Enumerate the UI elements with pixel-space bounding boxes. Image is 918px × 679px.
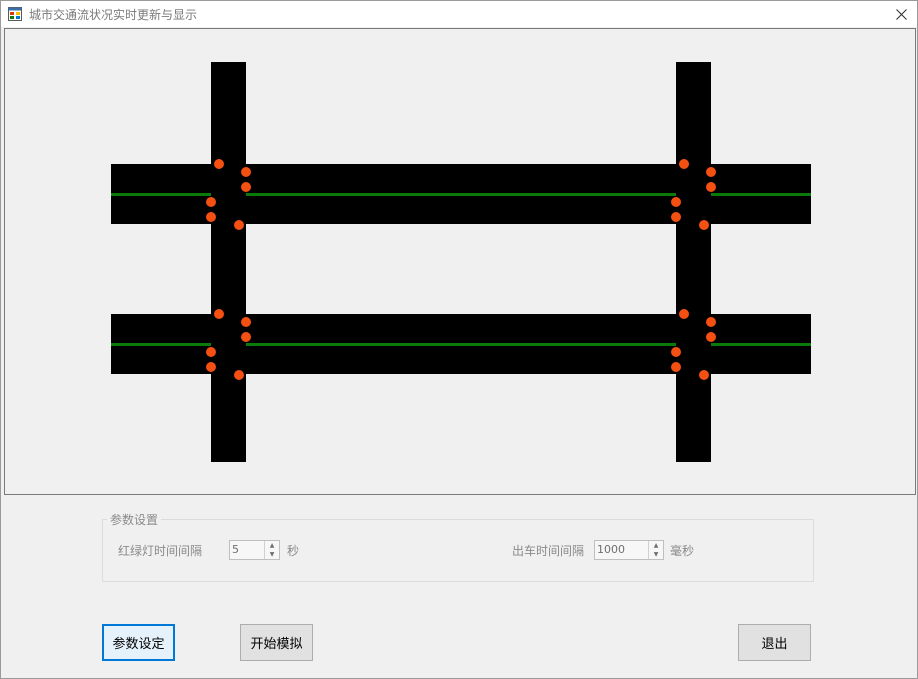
close-button[interactable]: [885, 1, 917, 27]
light-interval-label: 红绿灯时间间隔: [118, 544, 203, 558]
settings-groupbox: 参数设置 红绿灯时间间隔 ▲ ▼ 秒 出车时间间隔 ▲ ▼ 毫秒: [102, 511, 814, 582]
traffic-light: [706, 332, 716, 342]
exit-button[interactable]: 退出: [738, 624, 811, 661]
main-window: 城市交通流状况实时更新与显示 参数设置 红绿灯时间间隔 5 ▲ ▼ 秒 出车时间…: [0, 0, 918, 679]
stepper-down-icon[interactable]: ▼: [649, 550, 663, 559]
lane-marking: [711, 343, 811, 346]
traffic-light: [671, 212, 681, 222]
road-vertical-right: [676, 62, 711, 462]
traffic-light: [206, 212, 216, 222]
traffic-light: [214, 159, 224, 169]
lane-marking: [111, 343, 211, 346]
traffic-light: [206, 362, 216, 372]
departure-interval-input[interactable]: [595, 541, 649, 557]
settings-group-title: 参数设置: [107, 511, 162, 528]
traffic-light: [206, 197, 216, 207]
traffic-light: [671, 347, 681, 357]
traffic-light: [234, 370, 244, 380]
close-icon: [895, 8, 907, 20]
lane-marking: [711, 193, 811, 196]
traffic-light: [706, 182, 716, 192]
traffic-light: [699, 370, 709, 380]
set-params-button[interactable]: 参数设定: [102, 624, 175, 661]
traffic-light: [234, 220, 244, 230]
traffic-light: [241, 182, 251, 192]
stepper-arrows: ▲ ▼: [648, 541, 663, 559]
traffic-light: [706, 167, 716, 177]
stepper-up-icon[interactable]: ▲: [649, 541, 663, 550]
stepper-up-icon[interactable]: ▲: [265, 541, 279, 550]
stepper-down-icon[interactable]: ▼: [265, 550, 279, 559]
traffic-light: [671, 197, 681, 207]
traffic-light: [241, 317, 251, 327]
lane-marking: [111, 193, 211, 196]
traffic-light: [206, 347, 216, 357]
traffic-light: [699, 220, 709, 230]
traffic-light: [241, 332, 251, 342]
window-title: 城市交通流状况实时更新与显示: [29, 8, 198, 22]
traffic-light: [671, 362, 681, 372]
stepper-arrows: ▲ ▼: [264, 541, 279, 559]
light-interval-stepper[interactable]: ▲ ▼: [229, 540, 280, 560]
traffic-light: [679, 159, 689, 169]
light-interval-unit: 秒: [287, 544, 300, 558]
app-icon: [8, 7, 22, 21]
departure-interval-unit: 毫秒: [670, 544, 695, 558]
traffic-light: [706, 317, 716, 327]
light-interval-input[interactable]: [230, 541, 264, 557]
start-simulation-button[interactable]: 开始模拟: [240, 624, 313, 661]
traffic-map-canvas: [4, 28, 916, 495]
lane-marking: [246, 193, 676, 196]
departure-interval-stepper[interactable]: ▲ ▼: [594, 540, 664, 560]
departure-interval-label: 出车时间间隔: [512, 544, 585, 558]
traffic-light: [214, 309, 224, 319]
road-vertical-left: [211, 62, 246, 462]
traffic-light: [241, 167, 251, 177]
lane-marking: [246, 343, 676, 346]
traffic-light: [679, 309, 689, 319]
title-bar: 城市交通流状况实时更新与显示: [1, 1, 917, 27]
